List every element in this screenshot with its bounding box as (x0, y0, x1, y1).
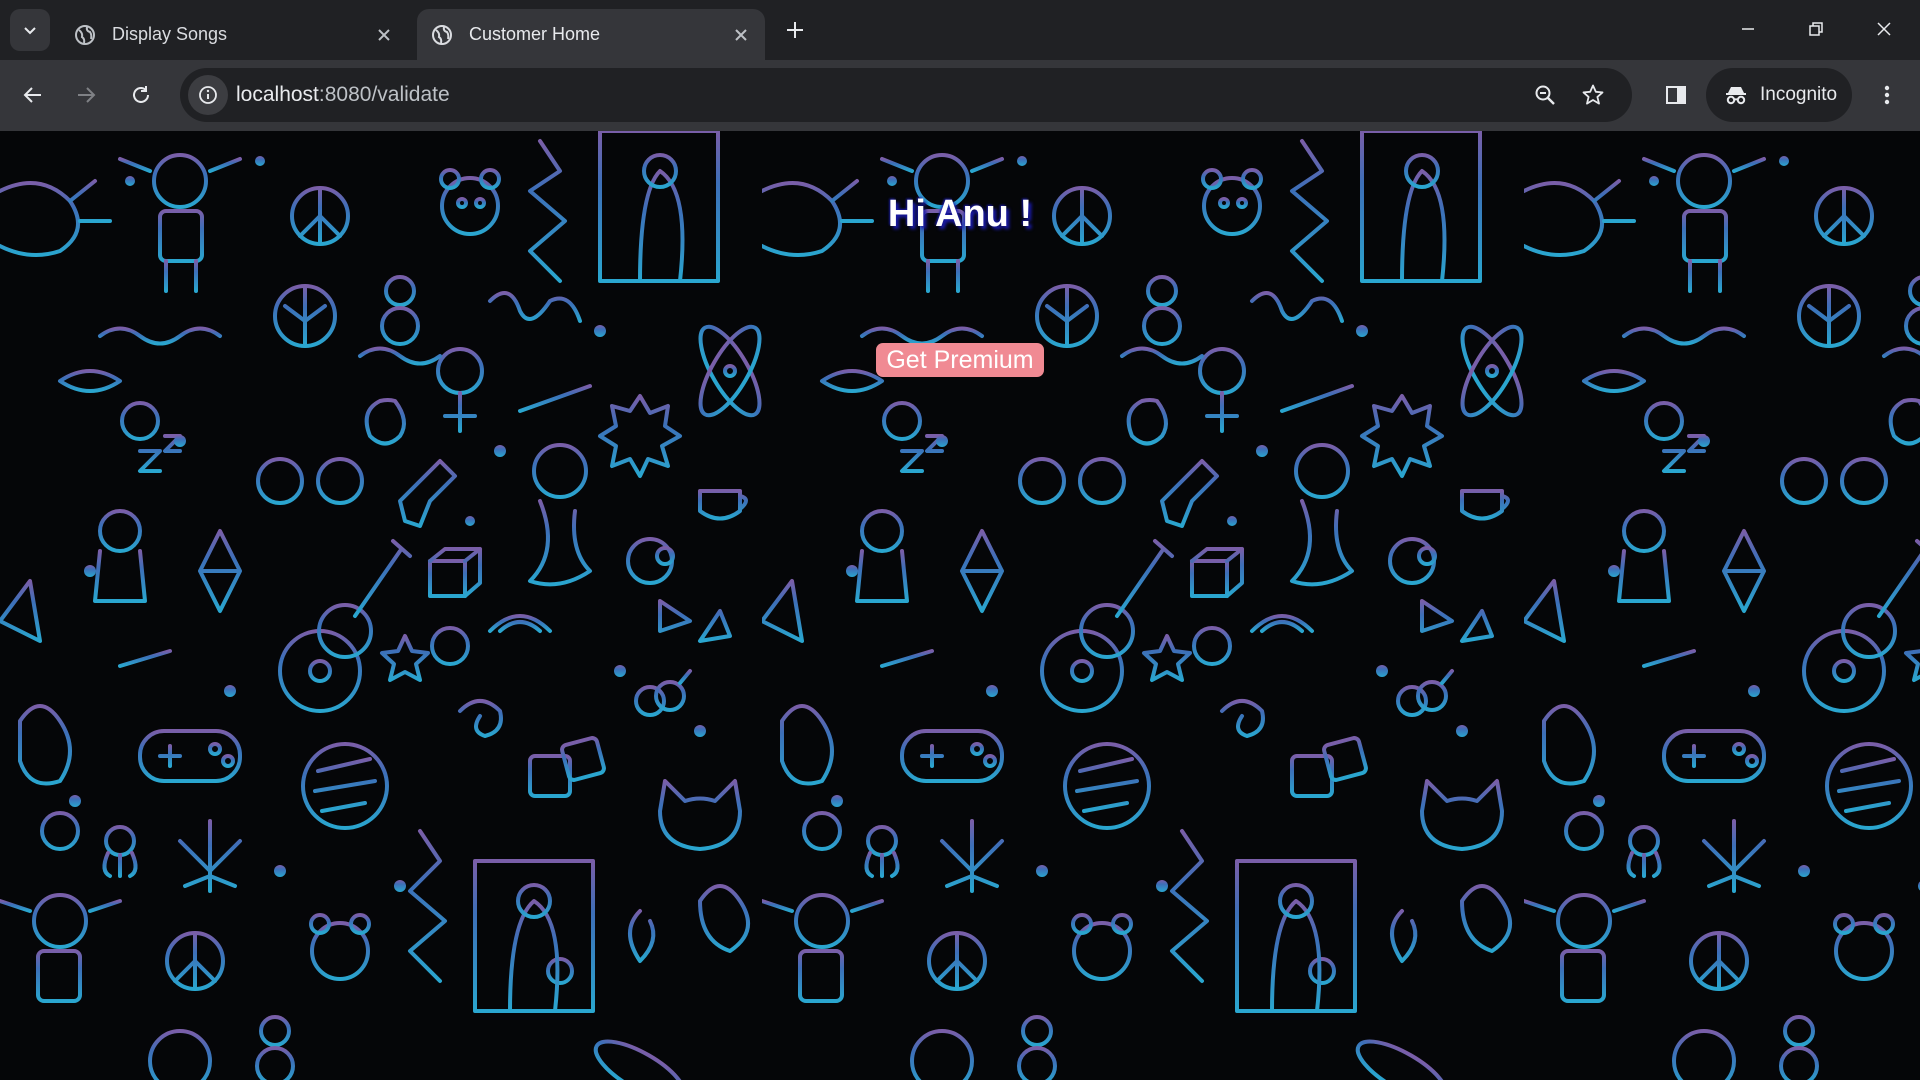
incognito-profile-button[interactable]: Incognito (1706, 68, 1852, 122)
browser-chrome: Display Songs Customer Home localhost:80… (0, 0, 1920, 131)
back-button[interactable] (12, 74, 54, 116)
site-info-button[interactable] (188, 75, 228, 115)
page-content: Hi Anu ! Get Premium (0, 131, 1920, 1080)
address-bar[interactable]: localhost:8080/validate (180, 68, 1632, 122)
close-tab-icon[interactable] (374, 25, 394, 45)
url-host: localhost (236, 83, 319, 106)
new-tab-button[interactable] (780, 15, 810, 45)
tab-search-button[interactable] (10, 9, 50, 51)
star-icon (1582, 84, 1604, 105)
info-icon (199, 86, 217, 104)
tab-title: Customer Home (469, 24, 601, 44)
close-window-button[interactable] (1856, 8, 1912, 50)
close-tab-icon[interactable] (731, 25, 751, 45)
more-vert-icon (1884, 85, 1890, 105)
url-path: :8080/validate (318, 83, 450, 106)
chevron-down-icon (24, 27, 36, 35)
zoom-out-icon (1535, 85, 1555, 105)
reload-button[interactable] (120, 74, 162, 116)
browser-toolbar: localhost:8080/validate Incognito (0, 60, 1920, 131)
browser-menu-button[interactable] (1866, 74, 1908, 116)
arrow-left-icon (23, 87, 41, 103)
doodle-pattern-background (0, 131, 1920, 1080)
plus-icon (787, 22, 803, 38)
reload-icon (133, 86, 149, 103)
tab-strip: Display Songs Customer Home (0, 0, 1920, 60)
close-icon (1877, 22, 1891, 36)
arrow-right-icon (78, 87, 96, 103)
minimize-button[interactable] (1720, 8, 1776, 50)
restore-button[interactable] (1788, 8, 1844, 50)
forward-button[interactable] (65, 74, 107, 116)
restore-icon (1809, 22, 1823, 36)
tab-title: Display Songs (112, 24, 228, 44)
url-text[interactable]: localhost:8080/validate (236, 83, 450, 107)
side-panel-button[interactable] (1655, 74, 1697, 116)
incognito-icon (1724, 84, 1748, 106)
globe-icon (75, 24, 95, 45)
greeting-heading: Hi Anu ! (887, 193, 1033, 235)
zoom-button[interactable] (1530, 80, 1560, 110)
side-panel-icon (1666, 86, 1686, 104)
incognito-label: Incognito (1760, 84, 1838, 105)
tab-display-songs[interactable]: Display Songs (60, 9, 408, 60)
bookmark-button[interactable] (1578, 80, 1608, 110)
minimize-icon (1742, 28, 1754, 30)
tab-customer-home[interactable]: Customer Home (417, 9, 765, 60)
globe-icon (432, 24, 452, 45)
get-premium-button[interactable]: Get Premium (876, 343, 1044, 377)
